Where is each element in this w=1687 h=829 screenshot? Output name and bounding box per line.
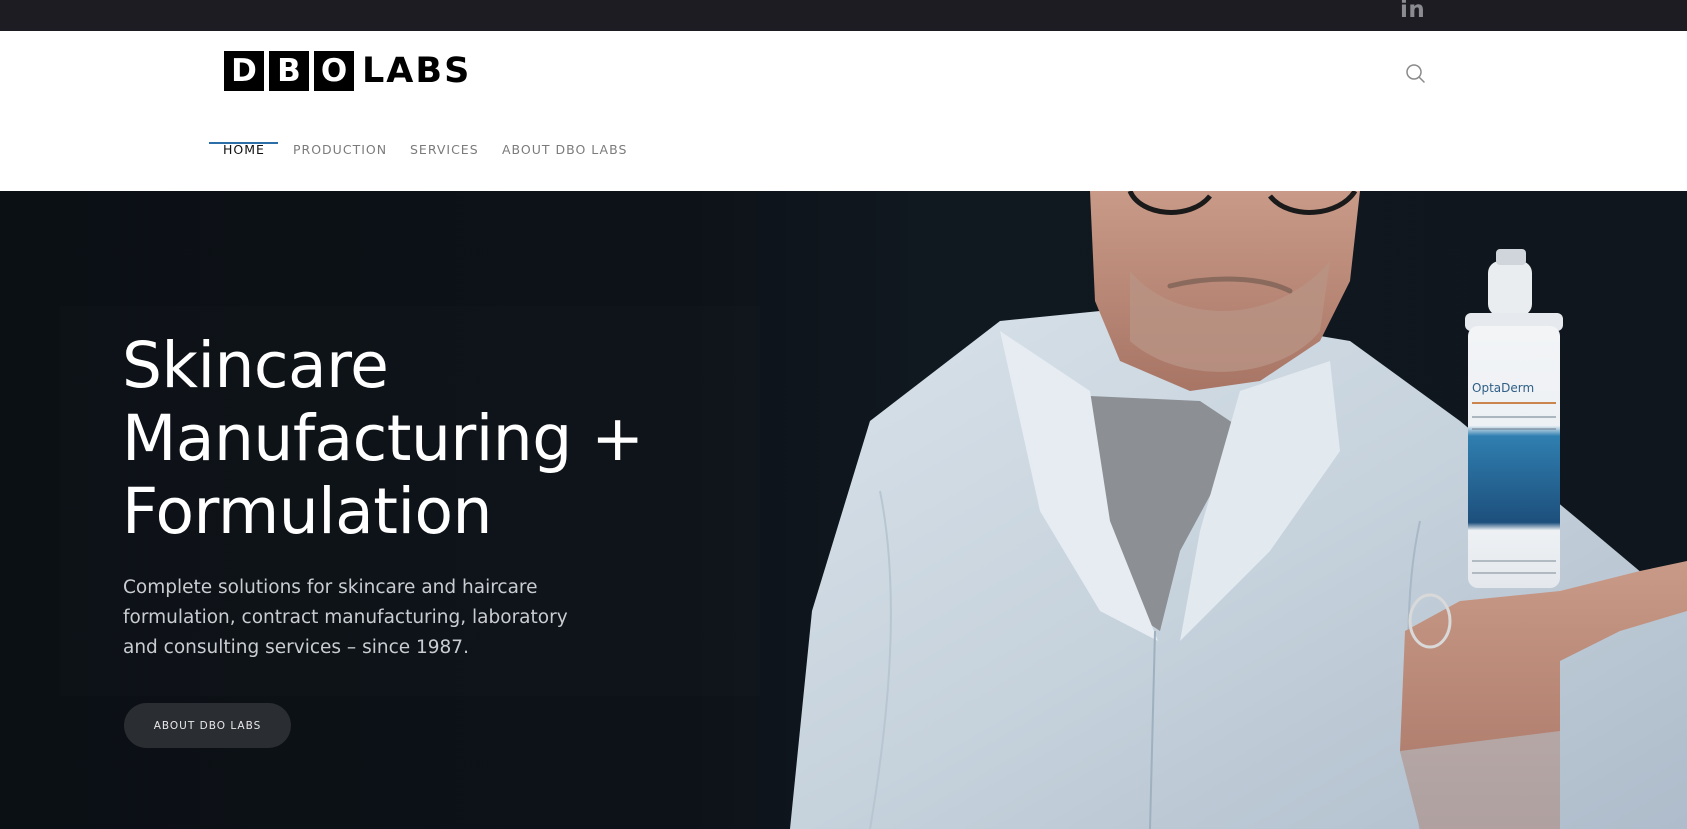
logo-letter-d: D	[224, 51, 264, 91]
hero-section: OptaDerm Skincare Manufacturing + Formul…	[0, 191, 1687, 829]
hero-headline-line-1: Skincare	[122, 329, 389, 402]
logo-letter-b: B	[269, 51, 309, 91]
logo-text: LABS	[362, 51, 472, 91]
hero-subtext: Complete solutions for skincare and hair…	[123, 577, 568, 658]
linkedin-label: in	[1400, 0, 1426, 23]
hero-headline: Skincare Manufacturing + Formulation	[122, 329, 822, 548]
main-nav: HOME PRODUCTION SERVICES ABOUT DBO LABS	[0, 138, 800, 162]
site-header: D B O LABS	[0, 31, 1687, 191]
hero-headline-line-2: Manufacturing +	[122, 402, 644, 475]
nav-item-home[interactable]: HOME	[223, 138, 265, 162]
nav-item-about[interactable]: ABOUT DBO LABS	[502, 138, 627, 162]
hero-headline-line-3: Formulation	[122, 475, 492, 548]
linkedin-icon[interactable]: in	[1400, 0, 1426, 23]
logo-letter-o: O	[314, 51, 354, 91]
svg-text:OptaDerm: OptaDerm	[1472, 381, 1534, 395]
top-utility-bar: in	[0, 0, 1687, 31]
nav-item-production[interactable]: PRODUCTION	[293, 138, 387, 162]
search-icon[interactable]	[1404, 62, 1426, 84]
about-dbo-labs-button[interactable]: ABOUT DBO LABS	[124, 703, 291, 748]
logo[interactable]: D B O LABS	[224, 51, 471, 91]
nav-item-services[interactable]: SERVICES	[410, 138, 479, 162]
